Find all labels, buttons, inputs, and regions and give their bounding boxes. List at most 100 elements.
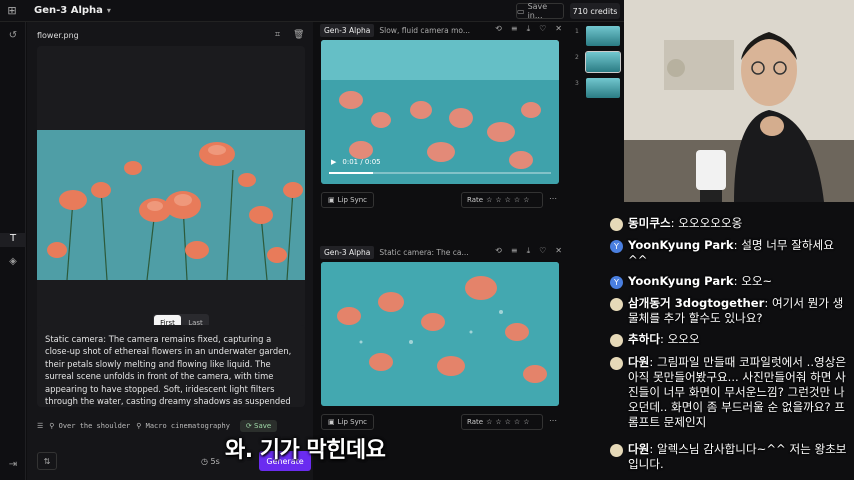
- close-icon[interactable]: ✕: [555, 246, 562, 256]
- rating-control: Rate ☆ ☆ ☆ ☆ ☆: [461, 414, 543, 430]
- download-icon[interactable]: ⤓: [527, 246, 531, 256]
- more-icon[interactable]: ⋯: [549, 416, 557, 425]
- thumbnail[interactable]: [586, 26, 620, 46]
- chat-author: 삼개동거 3dogtogether: [628, 296, 765, 310]
- rerun-icon[interactable]: ⟲: [495, 24, 502, 34]
- menu-icon[interactable]: ≡: [511, 24, 518, 34]
- folder-icon: ▭: [517, 6, 525, 16]
- heart-icon[interactable]: ♡: [539, 24, 546, 34]
- input-panel: flower.png ⌗ 🗑 First Last Static camera:…: [27, 22, 313, 480]
- output-gallery: Gen-3 Alpha Slow, fluid camera mo... ⟲ ≡…: [314, 22, 572, 480]
- star-icon[interactable]: ☆: [486, 418, 492, 426]
- avatar: [610, 357, 623, 370]
- settings-sliders-icon[interactable]: ⇅: [37, 452, 57, 470]
- credits-badge[interactable]: 710 credits: [570, 3, 620, 19]
- card-prompt[interactable]: Slow, fluid camera mo...: [379, 26, 475, 35]
- lip-sync-button[interactable]: ▣ Lip Sync: [321, 192, 375, 208]
- list-icon[interactable]: ☰: [37, 422, 43, 430]
- chat-author: 동미쿠스: [628, 216, 671, 230]
- crop-icon[interactable]: ⌗: [275, 30, 280, 40]
- chat-message: Y YoonKyung Park: 오오~: [606, 274, 850, 289]
- model-selector[interactable]: Gen-3 Alpha: [34, 5, 103, 16]
- chat-text: 그림파일 만들때 코파일럿에서 ..영상은 아직 못만들어봤구요... 사진만들…: [628, 355, 847, 429]
- avatar: [610, 444, 623, 457]
- video-subtitle: 와. 기가 막힌데요: [225, 438, 386, 463]
- save-in-label: Save in...: [527, 2, 548, 20]
- chat-message: 삼개동거 3dogtogether: 여기서 뭔가 생물체를 추가 할수도 있나…: [606, 296, 850, 326]
- save-label: Save: [254, 422, 272, 430]
- card-actions: ⟲ ≡ ⤓ ♡ ✕: [495, 246, 562, 256]
- star-icon[interactable]: ☆: [505, 196, 511, 204]
- grid-icon[interactable]: ⊞: [0, 4, 24, 17]
- rate-label: Rate: [467, 196, 484, 204]
- duration-selector[interactable]: ◷ 5s: [201, 457, 220, 466]
- video-time: 0:01 / 0:05: [342, 158, 381, 166]
- chat-author: YoonKyung Park: [628, 274, 734, 288]
- text-tool-icon[interactable]: T: [0, 233, 26, 247]
- chat-message: 다원: 알렉스님 감사합니다~^^ 저는 왕초보입니다.: [606, 442, 850, 472]
- webcam-feed: [624, 0, 854, 202]
- star-icon[interactable]: ☆: [523, 196, 529, 204]
- rerun-icon[interactable]: ⟲: [495, 246, 502, 256]
- download-icon[interactable]: ⤓: [527, 24, 531, 34]
- heart-icon[interactable]: ♡: [539, 246, 546, 256]
- lip-sync-icon: ▣: [328, 196, 335, 204]
- chip-label: Macro cinematography: [145, 422, 230, 430]
- output-card-2: Gen-3 Alpha Static camera: The ca... ⟲ ≡…: [320, 244, 566, 430]
- save-preset-button[interactable]: ⟳ Save: [239, 420, 278, 432]
- chat-author: YoonKyung Park: [628, 238, 734, 252]
- play-icon[interactable]: ▶: [331, 158, 336, 166]
- model-tag: Gen-3 Alpha: [320, 245, 375, 259]
- history-icon[interactable]: ↺: [0, 30, 26, 41]
- avatar: [610, 218, 623, 231]
- layers-icon[interactable]: ◈: [0, 256, 26, 267]
- live-chat: 동미쿠스: 오오오오오옹 Y YoonKyung Park: 설명 너무 잘하세…: [606, 214, 854, 480]
- chat-message: 동미쿠스: 오오오오오옹: [606, 216, 850, 231]
- star-icon[interactable]: ☆: [505, 418, 511, 426]
- lip-sync-label: Lip Sync: [337, 196, 368, 204]
- prompt-textarea[interactable]: Static camera: The camera remains fixed,…: [37, 325, 305, 407]
- star-icon[interactable]: ☆: [486, 196, 492, 204]
- video-progress[interactable]: [329, 172, 551, 174]
- thumb-number: 1: [575, 28, 579, 35]
- more-icon[interactable]: ⋯: [549, 194, 557, 203]
- thumbnail[interactable]: [586, 78, 620, 98]
- chat-author: 추하다: [628, 332, 660, 346]
- output-card-1: Gen-3 Alpha Slow, fluid camera mo... ⟲ ≡…: [320, 22, 566, 208]
- video-player[interactable]: ▶ 0:01 / 0:05: [321, 40, 559, 184]
- card-footer: ▣ Lip Sync Rate ☆ ☆ ☆ ☆ ☆ ⋯: [321, 414, 561, 430]
- chat-text: 오오오: [667, 332, 700, 346]
- trash-icon[interactable]: 🗑: [293, 30, 304, 40]
- thumbnail[interactable]: [585, 51, 621, 73]
- star-icon[interactable]: ☆: [514, 418, 520, 426]
- save-in-button[interactable]: ▭ Save in...: [516, 2, 564, 20]
- top-bar: ⊞ Gen-3 Alpha ▾ ▭ Save in... 710 credits: [0, 0, 624, 22]
- lip-sync-label: Lip Sync: [337, 418, 368, 426]
- star-icon[interactable]: ☆: [514, 196, 520, 204]
- thumb-number: 3: [575, 80, 579, 87]
- video-player[interactable]: [321, 262, 559, 406]
- streamer-video: [624, 0, 854, 202]
- chat-text: 오오오오오옹: [678, 216, 743, 230]
- lip-sync-button[interactable]: ▣ Lip Sync: [321, 414, 375, 430]
- lip-sync-icon: ▣: [328, 418, 335, 426]
- avatar: [610, 334, 623, 347]
- chat-author: 다원: [628, 355, 650, 369]
- collapse-icon[interactable]: ⇥: [0, 459, 26, 470]
- close-icon[interactable]: ✕: [555, 24, 562, 34]
- avatar: [610, 298, 623, 311]
- screen: ⊞ Gen-3 Alpha ▾ ▭ Save in... 710 credits…: [0, 0, 854, 480]
- chip-macro-cinematography[interactable]: ⚲ Macro cinematography: [136, 422, 230, 430]
- chip-over-the-shoulder[interactable]: ⚲ Over the shoulder: [49, 422, 130, 430]
- card-prompt[interactable]: Static camera: The ca...: [379, 248, 475, 257]
- star-icon[interactable]: ☆: [495, 196, 501, 204]
- avatar: Y: [610, 276, 623, 289]
- chat-message: 추하다: 오오오: [606, 332, 850, 347]
- chat-author: 다원: [628, 442, 650, 456]
- chevron-down-icon[interactable]: ▾: [107, 6, 111, 15]
- star-icon[interactable]: ☆: [495, 418, 501, 426]
- menu-icon[interactable]: ≡: [511, 246, 518, 256]
- star-icon[interactable]: ☆: [523, 418, 529, 426]
- chat-text: 알렉스님 감사합니다~^^ 저는 왕초보입니다.: [628, 442, 847, 471]
- duration-label: 5s: [210, 456, 220, 466]
